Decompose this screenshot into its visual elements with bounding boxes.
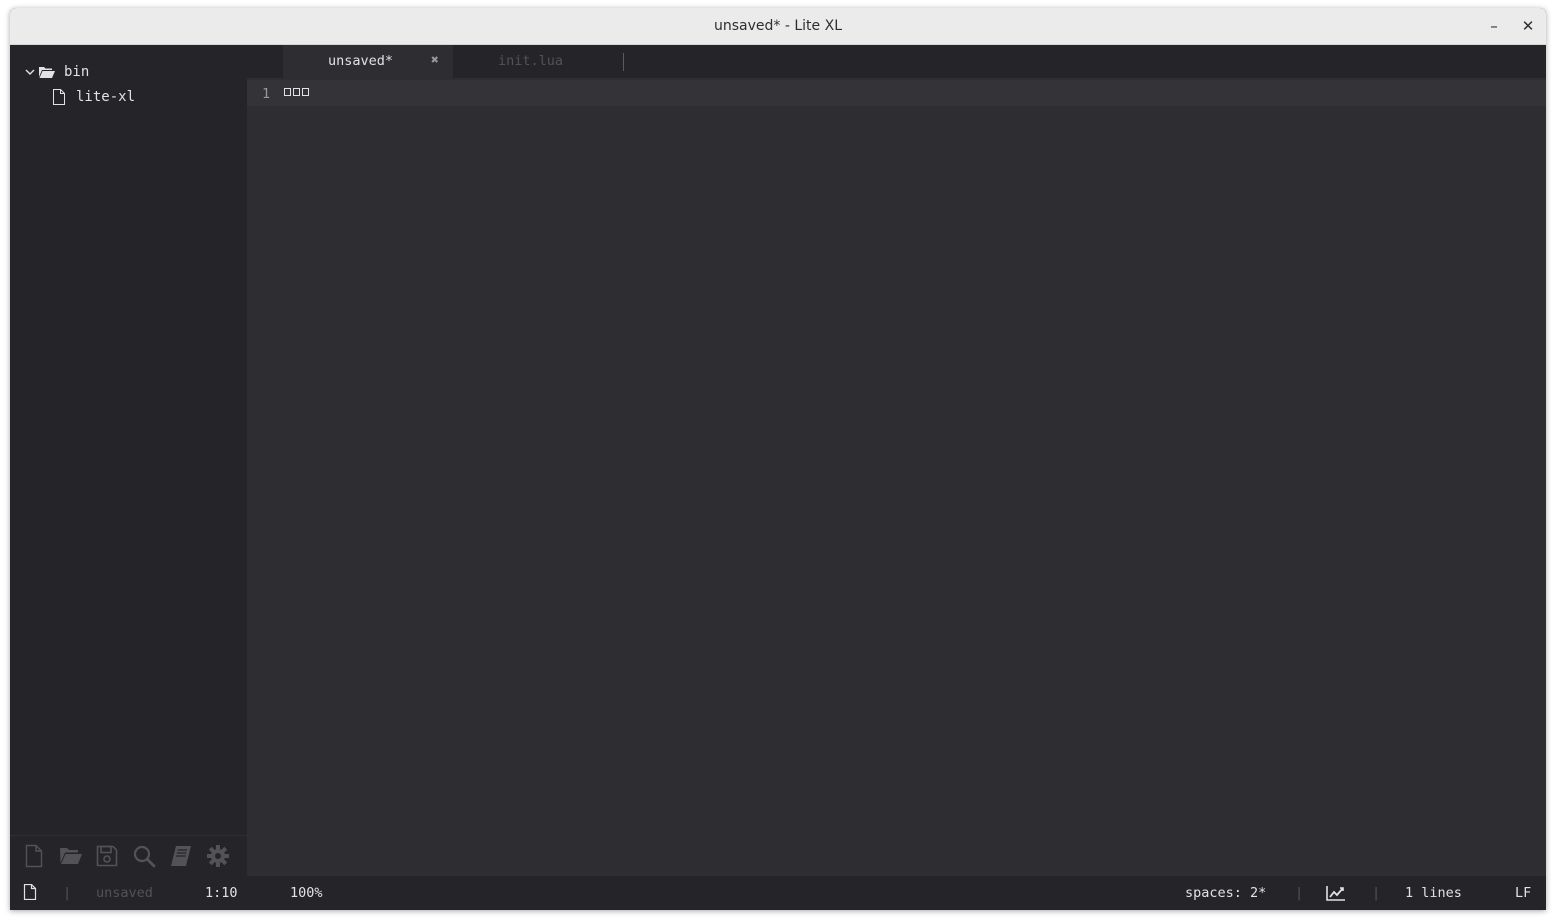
status-line-ending[interactable]: LF (1515, 885, 1531, 901)
tree-item-label: lite-xl (76, 89, 136, 105)
status-cursor-position[interactable]: 1:10 (205, 885, 238, 901)
tab-label: init.lua (498, 53, 564, 69)
chevron-down-icon (25, 69, 35, 75)
tab-unsaved[interactable]: unsaved* ✖ (283, 45, 453, 78)
tab-init-lua[interactable]: init.lua (453, 45, 623, 78)
folder-open-icon (39, 67, 55, 78)
save-icon[interactable] (95, 844, 119, 868)
close-window-button[interactable]: ✕ (1517, 16, 1539, 38)
status-line-count: 1 lines (1405, 885, 1462, 901)
file-icon (23, 884, 37, 900)
missing-glyph-box (293, 88, 300, 96)
tab-bar: unsaved* ✖ init.lua (247, 45, 1546, 78)
status-indent[interactable]: spaces: 2* (1185, 885, 1266, 901)
status-file-name: unsaved (96, 885, 153, 901)
tab-label: unsaved* (328, 53, 394, 69)
file-icon (53, 89, 65, 105)
search-icon[interactable] (132, 844, 156, 868)
current-line-highlight (247, 80, 1546, 106)
minimize-button[interactable]: – (1483, 16, 1505, 38)
window-title: unsaved* - Lite XL (714, 18, 842, 34)
new-file-icon[interactable] (22, 844, 46, 868)
code-editor[interactable]: 1 (247, 78, 1546, 876)
tree-item-bin[interactable]: bin (24, 61, 89, 83)
code-line[interactable] (284, 88, 309, 100)
book-icon[interactable] (169, 844, 193, 868)
tree-item-label: bin (64, 64, 90, 80)
file-tree-sidebar: bin lite-xl (10, 45, 247, 876)
line-number: 1 (262, 86, 271, 102)
status-separator: | (1295, 885, 1304, 901)
missing-glyph-box (284, 88, 291, 96)
status-zoom: 100% (290, 885, 323, 901)
missing-glyph-box (302, 88, 309, 96)
app-window: unsaved* - Lite XL – ✕ bin lite-xl unsav… (10, 8, 1546, 910)
gear-icon[interactable] (206, 844, 230, 868)
status-bar: | unsaved 1:10 100% spaces: 2* | | 1 lin… (10, 876, 1546, 910)
status-separator: | (63, 885, 72, 901)
tab-divider (623, 53, 624, 71)
chart-line-icon[interactable] (1326, 885, 1346, 901)
sidebar-toolbar (10, 835, 247, 876)
status-separator: | (1372, 885, 1381, 901)
title-bar[interactable]: unsaved* - Lite XL – ✕ (10, 8, 1546, 45)
tree-item-lite-xl[interactable]: lite-xl (52, 86, 135, 108)
tab-close-button[interactable]: ✖ (431, 45, 439, 77)
open-folder-icon[interactable] (59, 844, 83, 868)
